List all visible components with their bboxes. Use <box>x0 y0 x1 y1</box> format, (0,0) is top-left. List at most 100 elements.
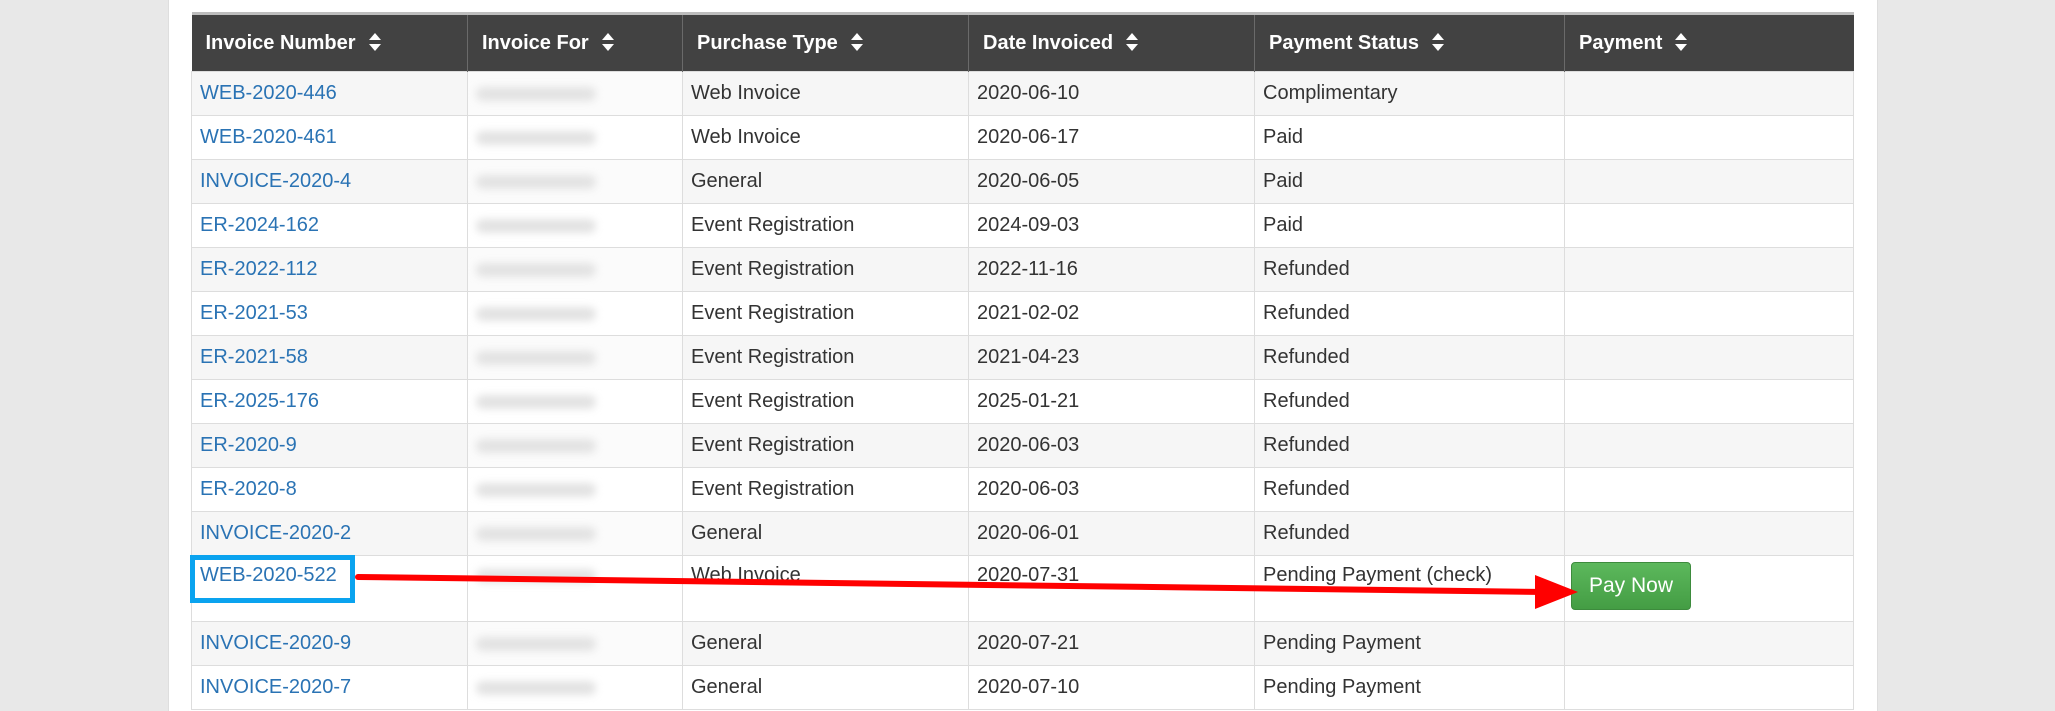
cell-invoice-for <box>467 71 683 116</box>
invoice-number-link[interactable]: ER-2021-58 <box>200 346 308 368</box>
cell-payment-status: Pending Payment (check) <box>1254 555 1565 622</box>
cell-date-invoiced: 2020-06-10 <box>968 71 1255 116</box>
invoice-number-link[interactable]: INVOICE-2020-9 <box>200 632 351 654</box>
cell-date-invoiced: 2020-06-03 <box>968 467 1255 512</box>
column-header-purchase-type[interactable]: Purchase Type <box>682 12 969 72</box>
cell-payment <box>1564 467 1854 512</box>
invoice-number-link[interactable]: ER-2020-9 <box>200 434 297 456</box>
invoice-number-link[interactable]: WEB-2020-446 <box>200 82 337 104</box>
cell-invoice-for <box>467 555 683 622</box>
table-row: ER-2020-9 Event Registration 2020-06-03 Ref… <box>191 423 1854 468</box>
cell-purchase-type: Event Registration <box>682 423 969 468</box>
redacted-name <box>476 130 596 145</box>
redacted-name <box>476 350 596 365</box>
table-row: ER-2021-58 Event Registration 2021-04-23 Re… <box>191 335 1854 380</box>
redacted-name <box>476 86 596 101</box>
cell-payment <box>1564 335 1854 380</box>
redacted-name <box>476 262 596 277</box>
redacted-name <box>476 482 596 497</box>
cell-payment <box>1564 379 1854 424</box>
invoice-number-link[interactable]: WEB-2020-461 <box>200 126 337 148</box>
table-header-row: Invoice Number Invoice For Purchase Type… <box>191 12 1854 72</box>
cell-date-invoiced: 2020-07-31 <box>968 555 1255 622</box>
cell-date-invoiced: 2020-06-03 <box>968 423 1255 468</box>
column-header-label: Date Invoiced <box>983 31 1114 54</box>
column-header-date-invoiced[interactable]: Date Invoiced <box>968 12 1255 72</box>
column-header-invoice-for[interactable]: Invoice For <box>467 12 683 72</box>
redacted-name <box>476 218 596 233</box>
sort-icon <box>850 32 863 51</box>
cell-invoice-for <box>467 203 683 248</box>
cell-payment <box>1564 423 1854 468</box>
table-row: ER-2024-162 Event Registration 2024-09-03 P… <box>191 203 1854 248</box>
cell-payment <box>1564 115 1854 160</box>
table-row: INVOICE-2020-7 General 2020-07-10 Pending P… <box>191 665 1854 710</box>
sort-icon <box>1675 32 1688 51</box>
invoice-number-link[interactable]: INVOICE-2020-2 <box>200 522 351 544</box>
cell-invoice-for <box>467 621 683 666</box>
cell-payment-status: Pending Payment <box>1254 621 1565 666</box>
cell-payment-status: Refunded <box>1254 511 1565 556</box>
cell-invoice-for <box>467 247 683 292</box>
invoice-number-link[interactable]: ER-2022-112 <box>200 258 317 280</box>
pay-now-button[interactable]: Pay Now <box>1571 562 1692 610</box>
cell-payment-status: Refunded <box>1254 335 1565 380</box>
cell-date-invoiced: 2024-09-03 <box>968 203 1255 248</box>
cell-purchase-type: General <box>682 159 969 204</box>
invoice-number-link[interactable]: INVOICE-2020-7 <box>200 676 351 698</box>
redacted-name <box>476 568 596 583</box>
cell-invoice-number: WEB-2020-522 <box>191 555 468 622</box>
cell-payment-status: Refunded <box>1254 247 1565 292</box>
cell-payment-status: Refunded <box>1254 291 1565 336</box>
cell-date-invoiced: 2020-06-05 <box>968 159 1255 204</box>
cell-invoice-for <box>467 511 683 556</box>
sort-icon <box>601 32 614 51</box>
cell-payment-status: Complimentary <box>1254 71 1565 116</box>
invoice-number-link[interactable]: ER-2025-176 <box>200 390 319 412</box>
cell-purchase-type: Event Registration <box>682 335 969 380</box>
cell-purchase-type: Web Invoice <box>682 555 969 622</box>
cell-invoice-number: WEB-2020-446 <box>191 71 468 116</box>
cell-payment <box>1564 291 1854 336</box>
cell-invoice-number: ER-2024-162 <box>191 203 468 248</box>
cell-payment <box>1564 71 1854 116</box>
cell-invoice-number: ER-2025-176 <box>191 379 468 424</box>
cell-invoice-for <box>467 467 683 512</box>
cell-purchase-type: Event Registration <box>682 379 969 424</box>
cell-invoice-number: ER-2020-8 <box>191 467 468 512</box>
cell-payment <box>1564 621 1854 666</box>
cell-payment <box>1564 665 1854 710</box>
cell-payment-status: Paid <box>1254 159 1565 204</box>
cell-payment <box>1564 247 1854 292</box>
table-row: INVOICE-2020-9 General 2020-07-21 Pending P… <box>191 621 1854 666</box>
invoice-number-link[interactable]: ER-2024-162 <box>200 214 319 236</box>
invoice-number-link[interactable]: ER-2020-8 <box>200 478 297 500</box>
invoice-number-link[interactable]: WEB-2020-522 <box>200 564 337 586</box>
sort-icon <box>368 32 381 51</box>
cell-payment <box>1564 203 1854 248</box>
table-row: WEB-2020-461 Web Invoice 2020-06-17 Paid <box>191 115 1854 160</box>
column-header-label: Payment Status <box>1269 31 1420 54</box>
invoice-number-link[interactable]: INVOICE-2020-4 <box>200 170 351 192</box>
redacted-name <box>476 438 596 453</box>
table-row: WEB-2020-522 Web Invoice 2020-07-31 Pending… <box>191 555 1854 622</box>
cell-purchase-type: Event Registration <box>682 291 969 336</box>
column-header-label: Invoice Number <box>205 31 356 54</box>
redacted-name <box>476 636 596 651</box>
column-header-invoice-number[interactable]: Invoice Number <box>191 12 468 72</box>
cell-payment-status: Refunded <box>1254 467 1565 512</box>
table-row: INVOICE-2020-4 General 2020-06-05 Paid <box>191 159 1854 204</box>
cell-payment <box>1564 511 1854 556</box>
table-row: ER-2021-53 Event Registration 2021-02-02 Re… <box>191 291 1854 336</box>
redacted-name <box>476 174 596 189</box>
cell-invoice-number: INVOICE-2020-4 <box>191 159 468 204</box>
cell-invoice-for <box>467 115 683 160</box>
cell-invoice-for <box>467 335 683 380</box>
invoice-number-link[interactable]: ER-2021-53 <box>200 302 308 324</box>
column-header-payment[interactable]: Payment <box>1564 12 1854 72</box>
cell-invoice-number: ER-2022-112 <box>191 247 468 292</box>
redacted-name <box>476 306 596 321</box>
column-header-payment-status[interactable]: Payment Status <box>1254 12 1565 72</box>
cell-purchase-type: Web Invoice <box>682 115 969 160</box>
cell-date-invoiced: 2020-07-10 <box>968 665 1255 710</box>
